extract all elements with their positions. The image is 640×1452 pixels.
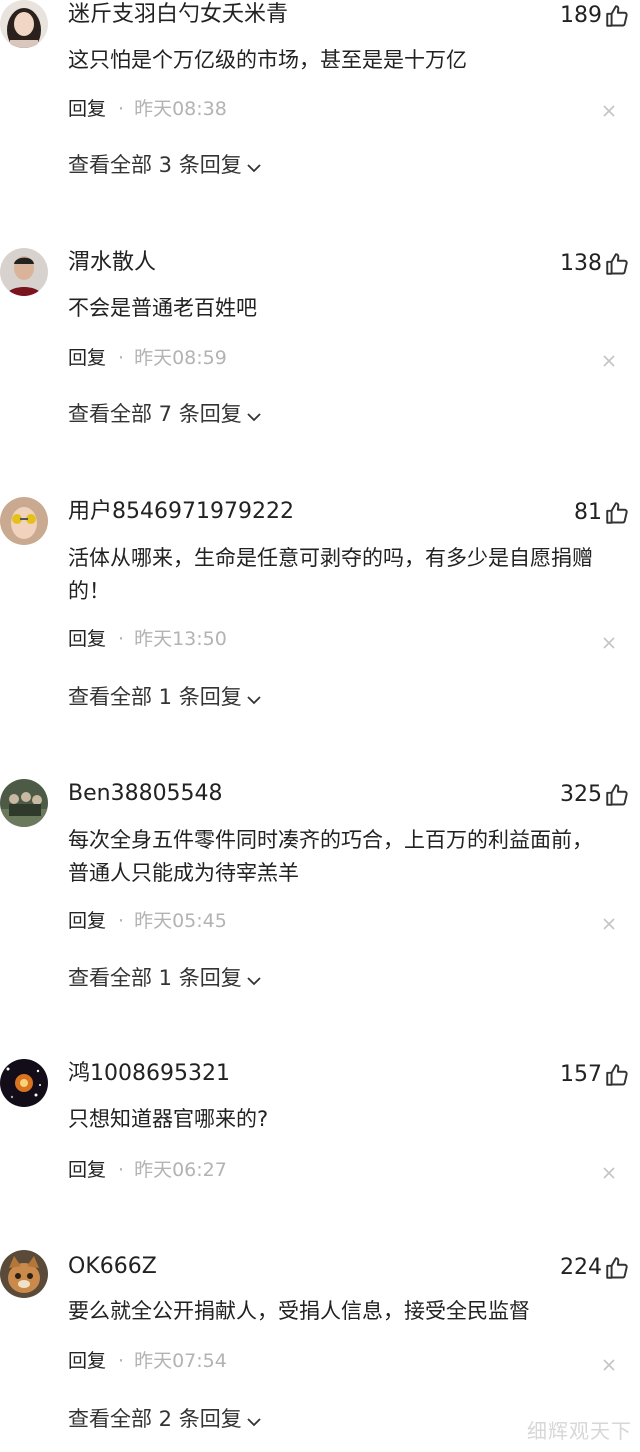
comment-meta: 回复 · 昨天13:50 — [68, 627, 227, 651]
reply-button[interactable]: 回复 — [68, 98, 106, 120]
view-all-replies-button[interactable]: 查看全部 1 条回复 — [68, 683, 262, 712]
chevron-down-icon — [246, 684, 262, 712]
close-icon[interactable] — [602, 917, 616, 931]
view-all-replies-label: 查看全部 7 条回复 — [68, 402, 242, 426]
separator-dot: · — [118, 628, 125, 650]
separator-dot: · — [118, 347, 125, 369]
timestamp: 昨天06:27 — [134, 1159, 227, 1181]
reply-button[interactable]: 回复 — [68, 910, 106, 932]
view-all-replies-button[interactable]: 查看全部 2 条回复 — [68, 1405, 262, 1434]
username[interactable]: 迷斤支羽白勺女夭米青 — [68, 1, 288, 29]
comment-meta: 回复 · 昨天06:27 — [68, 1158, 227, 1182]
reply-button[interactable]: 回复 — [68, 1159, 106, 1181]
avatar[interactable] — [0, 1250, 48, 1298]
comment-meta: 回复 · 昨天08:38 — [68, 97, 227, 121]
comment-meta: 回复 · 昨天07:54 — [68, 1349, 227, 1373]
avatar[interactable] — [0, 0, 48, 48]
thumbs-up-icon[interactable] — [604, 3, 630, 29]
thumbs-up-icon[interactable] — [604, 782, 630, 808]
reply-button[interactable]: 回复 — [68, 1350, 106, 1372]
like-count: 189 — [560, 3, 602, 28]
thumbs-up-icon[interactable] — [604, 251, 630, 277]
comment-text: 要么就全公开捐献人，受捐人信息，接受全民监督 — [68, 1299, 530, 1323]
like-count: 157 — [560, 1062, 602, 1087]
thumbs-up-icon[interactable] — [604, 1255, 630, 1281]
comment-meta: 回复 · 昨天05:45 — [68, 909, 227, 933]
username[interactable]: 渭水散人 — [68, 249, 156, 277]
close-icon[interactable] — [602, 636, 616, 650]
view-all-replies-label: 查看全部 1 条回复 — [68, 685, 242, 709]
comment-text: 只想知道器官哪来的? — [68, 1107, 269, 1131]
timestamp: 昨天08:59 — [134, 347, 227, 369]
view-all-replies-button[interactable]: 查看全部 3 条回复 — [68, 151, 262, 180]
view-all-replies-label: 查看全部 3 条回复 — [68, 153, 242, 177]
separator-dot: · — [118, 1159, 125, 1181]
chevron-down-icon — [246, 1406, 262, 1434]
comment-meta: 回复 · 昨天08:59 — [68, 346, 227, 370]
thumbs-up-icon[interactable] — [604, 500, 630, 526]
view-all-replies-label: 查看全部 1 条回复 — [68, 966, 242, 990]
timestamp: 昨天05:45 — [134, 910, 227, 932]
timestamp: 昨天13:50 — [134, 628, 227, 650]
comment-text: 不会是普通老百姓吧 — [68, 296, 257, 320]
chevron-down-icon — [246, 152, 262, 180]
username[interactable]: Ben38805548 — [68, 780, 223, 808]
avatar[interactable] — [0, 1059, 48, 1107]
like-count: 224 — [560, 1255, 602, 1280]
username[interactable]: 用户8546971979222 — [68, 498, 294, 526]
watermark: 细辉观天下 — [527, 1419, 632, 1443]
username[interactable]: 鸿1008695321 — [68, 1060, 230, 1088]
reply-button[interactable]: 回复 — [68, 347, 106, 369]
close-icon[interactable] — [602, 1358, 616, 1372]
timestamp: 昨天08:38 — [134, 98, 227, 120]
thumbs-up-icon[interactable] — [604, 1062, 630, 1088]
close-icon[interactable] — [602, 1166, 616, 1180]
chevron-down-icon — [246, 401, 262, 429]
chevron-down-icon — [246, 965, 262, 993]
separator-dot: · — [118, 910, 125, 932]
like-count: 81 — [574, 500, 602, 525]
avatar[interactable] — [0, 779, 48, 827]
view-all-replies-button[interactable]: 查看全部 1 条回复 — [68, 964, 262, 993]
comment-text: 每次全身五件零件同时凑齐的巧合，上百万的利益面前，普通人只能成为待宰羔羊 — [68, 828, 593, 885]
comment-text: 这只怕是个万亿级的市场，甚至是是十万亿 — [68, 48, 467, 72]
timestamp: 昨天07:54 — [134, 1350, 227, 1372]
separator-dot: · — [118, 1350, 125, 1372]
like-count: 138 — [560, 251, 602, 276]
close-icon[interactable] — [602, 354, 616, 368]
comment-text: 活体从哪来，生命是任意可剥夺的吗，有多少是自愿捐赠的！ — [68, 546, 593, 603]
view-all-replies-button[interactable]: 查看全部 7 条回复 — [68, 400, 262, 429]
avatar[interactable] — [0, 248, 48, 296]
close-icon[interactable] — [602, 104, 616, 118]
avatar[interactable] — [0, 497, 48, 545]
like-count: 325 — [560, 782, 602, 807]
view-all-replies-label: 查看全部 2 条回复 — [68, 1407, 242, 1431]
username[interactable]: OK666Z — [68, 1253, 157, 1281]
separator-dot: · — [118, 98, 125, 120]
reply-button[interactable]: 回复 — [68, 628, 106, 650]
